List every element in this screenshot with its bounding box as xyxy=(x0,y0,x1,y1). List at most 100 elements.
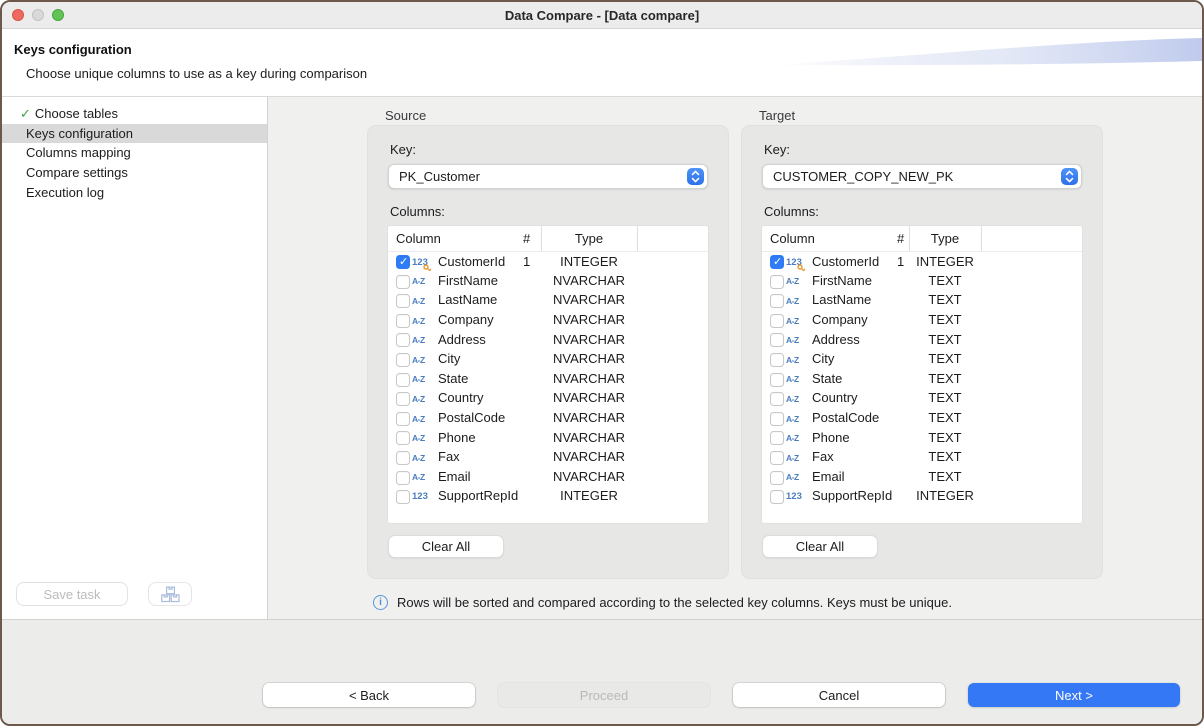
num-header[interactable]: # xyxy=(897,226,909,251)
column-row[interactable]: A-Z FirstName TEXT xyxy=(762,271,1082,291)
save-task-button[interactable]: Save task xyxy=(16,582,128,606)
column-key-order xyxy=(897,349,909,369)
column-checkbox[interactable] xyxy=(396,275,410,289)
column-checkbox[interactable] xyxy=(396,373,410,387)
column-checkbox[interactable] xyxy=(770,294,784,308)
stacked-boxes-button[interactable] xyxy=(148,582,192,606)
column-row[interactable]: A-Z Country NVARCHAR xyxy=(388,388,708,408)
sidebar-step[interactable]: ✓ Columns mapping xyxy=(2,143,267,163)
num-header[interactable]: # xyxy=(523,226,541,251)
column-checkbox[interactable] xyxy=(770,353,784,367)
column-checkbox[interactable] xyxy=(396,392,410,406)
column-row[interactable]: 123 SupportRepId INTEGER xyxy=(388,486,708,506)
wizard-steps-sidebar: ✓ Choose tables ✓ Keys configuration ✓ C… xyxy=(2,97,268,619)
column-row[interactable]: A-Z Fax NVARCHAR xyxy=(388,447,708,467)
info-text: Rows will be sorted and compared accordi… xyxy=(397,595,952,610)
column-checkbox[interactable] xyxy=(770,373,784,387)
column-row[interactable]: A-Z Company TEXT xyxy=(762,310,1082,330)
column-checkbox[interactable] xyxy=(770,451,784,465)
column-type-icon: A-Z xyxy=(412,276,425,286)
column-checkbox[interactable] xyxy=(396,333,410,347)
column-row[interactable]: A-Z Email NVARCHAR xyxy=(388,467,708,487)
column-header[interactable]: Column xyxy=(388,226,523,251)
column-row[interactable]: A-Z LastName TEXT xyxy=(762,290,1082,310)
column-type: NVARCHAR xyxy=(541,369,637,389)
sidebar-step[interactable]: ✓ Keys configuration xyxy=(2,124,267,144)
column-type: NVARCHAR xyxy=(541,329,637,349)
column-row[interactable]: A-Z PostalCode NVARCHAR xyxy=(388,408,708,428)
column-checkbox[interactable] xyxy=(396,490,410,504)
sidebar-step[interactable]: ✓ Compare settings xyxy=(2,163,267,183)
column-name: SupportRepId xyxy=(438,486,523,506)
sidebar-step-label: Keys configuration xyxy=(26,126,133,141)
column-name: FirstName xyxy=(812,271,897,291)
column-checkbox[interactable] xyxy=(396,431,410,445)
column-checkbox[interactable] xyxy=(770,471,784,485)
column-row[interactable]: A-Z Address NVARCHAR xyxy=(388,329,708,349)
column-row[interactable]: A-Z Country TEXT xyxy=(762,388,1082,408)
column-checkbox[interactable] xyxy=(770,275,784,289)
column-checkbox[interactable] xyxy=(396,255,410,269)
column-header[interactable]: Column xyxy=(762,226,897,251)
type-header[interactable]: Type xyxy=(541,226,637,251)
column-row[interactable]: A-Z Email TEXT xyxy=(762,467,1082,487)
column-row[interactable]: A-Z City NVARCHAR xyxy=(388,349,708,369)
column-checkbox[interactable] xyxy=(770,333,784,347)
column-checkbox[interactable] xyxy=(396,471,410,485)
column-checkbox[interactable] xyxy=(396,412,410,426)
column-row[interactable]: A-Z Phone TEXT xyxy=(762,427,1082,447)
column-type: TEXT xyxy=(909,388,981,408)
page-title: Keys configuration xyxy=(14,42,1202,57)
column-row[interactable]: A-Z City TEXT xyxy=(762,349,1082,369)
next-button[interactable]: Next > xyxy=(968,683,1180,707)
column-checkbox[interactable] xyxy=(770,431,784,445)
column-row[interactable]: A-Z PostalCode TEXT xyxy=(762,408,1082,428)
column-row[interactable]: 123 SupportRepId INTEGER xyxy=(762,486,1082,506)
column-name: Fax xyxy=(438,447,523,467)
source-key-select[interactable]: PK_Customer xyxy=(388,164,708,189)
column-row[interactable]: A-Z Address TEXT xyxy=(762,329,1082,349)
target-clear-all-button[interactable]: Clear All xyxy=(762,535,878,558)
column-row[interactable]: A-Z LastName NVARCHAR xyxy=(388,290,708,310)
column-type-icon: A-Z xyxy=(786,453,799,463)
column-row[interactable]: A-Z Company NVARCHAR xyxy=(388,310,708,330)
column-key-order: 1 xyxy=(897,251,909,271)
column-key-order xyxy=(897,486,909,506)
column-key-order xyxy=(523,310,541,330)
column-row[interactable]: A-Z Fax TEXT xyxy=(762,447,1082,467)
sidebar-step[interactable]: ✓ Execution log xyxy=(2,182,267,202)
column-row[interactable]: A-Z State TEXT xyxy=(762,369,1082,389)
column-checkbox[interactable] xyxy=(396,451,410,465)
column-type-icon: A-Z xyxy=(412,316,425,326)
column-type: TEXT xyxy=(909,408,981,428)
column-key-order xyxy=(523,271,541,291)
column-row[interactable]: 123 CustomerId 1 INTEGER xyxy=(388,251,708,271)
column-checkbox[interactable] xyxy=(770,412,784,426)
column-type: NVARCHAR xyxy=(541,310,637,330)
sidebar-step[interactable]: ✓ Choose tables xyxy=(2,104,267,124)
column-row[interactable]: 123 CustomerId 1 INTEGER xyxy=(762,251,1082,271)
column-checkbox[interactable] xyxy=(770,314,784,328)
cancel-button[interactable]: Cancel xyxy=(733,683,945,707)
column-checkbox[interactable] xyxy=(770,392,784,406)
primary-key-icon xyxy=(797,264,806,271)
column-checkbox[interactable] xyxy=(396,353,410,367)
column-name: City xyxy=(812,349,897,369)
column-checkbox[interactable] xyxy=(396,314,410,328)
column-checkbox[interactable] xyxy=(770,490,784,504)
source-clear-all-button[interactable]: Clear All xyxy=(388,535,504,558)
column-row[interactable]: A-Z FirstName NVARCHAR xyxy=(388,271,708,291)
column-type-icon: A-Z xyxy=(786,374,799,384)
target-key-select[interactable]: CUSTOMER_COPY_NEW_PK xyxy=(762,164,1082,189)
column-row[interactable]: A-Z Phone NVARCHAR xyxy=(388,427,708,447)
column-checkbox[interactable] xyxy=(770,255,784,269)
info-row: i Rows will be sorted and compared accor… xyxy=(268,595,1202,610)
source-columns-table: Column # Type 123 CustomerId 1 INTEGER A… xyxy=(388,226,708,523)
back-button[interactable]: < Back xyxy=(263,683,475,707)
column-row[interactable]: A-Z State NVARCHAR xyxy=(388,369,708,389)
proceed-button[interactable]: Proceed xyxy=(498,683,710,707)
column-name: Country xyxy=(812,388,897,408)
type-header[interactable]: Type xyxy=(909,226,981,251)
column-checkbox[interactable] xyxy=(396,294,410,308)
column-name: City xyxy=(438,349,523,369)
